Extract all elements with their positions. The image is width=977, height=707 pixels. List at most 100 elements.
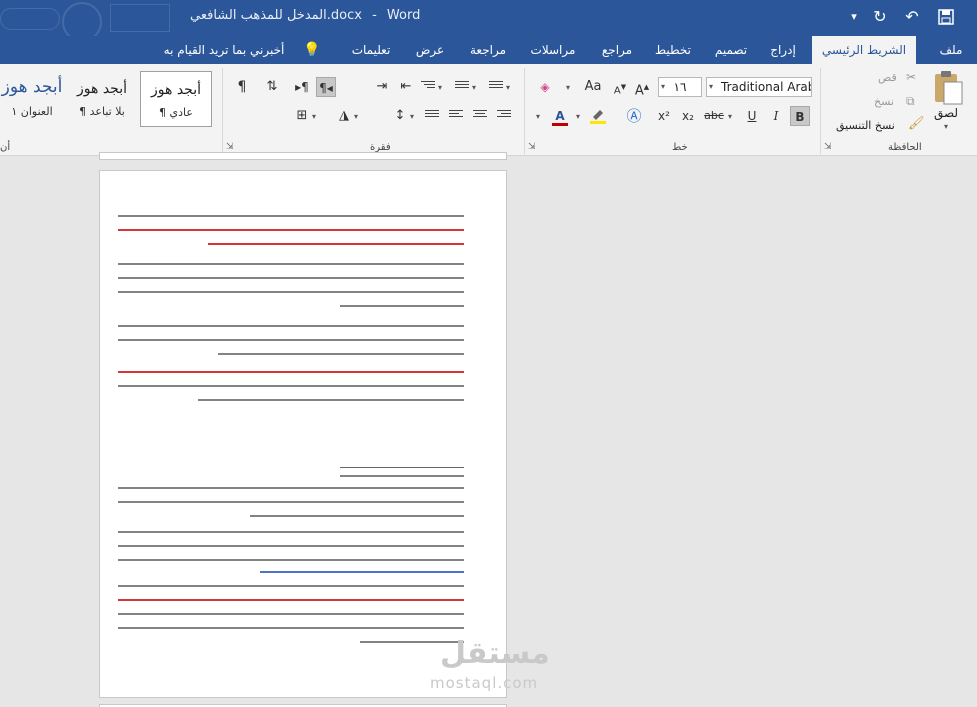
decrease-indent-icon[interactable]: ⇤: [396, 77, 416, 97]
clipboard-group-label: الحافظة: [888, 142, 922, 153]
style-normal[interactable]: أبجد هوز ¶ عادي: [140, 71, 212, 127]
borders-icon[interactable]: ⊞: [292, 106, 312, 126]
bullets-icon[interactable]: [486, 77, 506, 97]
borders-dropdown-icon[interactable]: ▾: [312, 112, 316, 121]
styles-group-label: أن: [0, 142, 11, 153]
sort-icon[interactable]: ⇅: [262, 77, 282, 97]
highlight-dropdown-icon[interactable]: ▾: [576, 112, 580, 121]
style-heading-1[interactable]: أبجد هوز العنوان ١: [0, 71, 64, 127]
subscript-button[interactable]: x₂: [678, 106, 698, 126]
strikethrough-button[interactable]: abc: [702, 106, 726, 126]
tab-help[interactable]: تعليمات: [342, 36, 400, 64]
format-painter-icon[interactable]: 🖌: [908, 116, 925, 131]
font-color-swatch: [552, 123, 568, 126]
grow-font-icon[interactable]: A▲: [632, 77, 652, 99]
footnote-text-line: [260, 571, 464, 573]
footnote-separator: [340, 467, 464, 468]
underline-dropdown-icon[interactable]: ▾: [728, 112, 732, 121]
change-case-dropdown-icon[interactable]: ▾: [566, 83, 570, 92]
style-no-spacing-name: ¶ بلا تباعد: [79, 105, 125, 118]
cut-button[interactable]: قص: [878, 71, 897, 84]
footnote-text-line: [118, 501, 464, 503]
body-text-line: [118, 215, 464, 217]
body-text-line: [118, 229, 464, 231]
lightbulb-icon[interactable]: 💡: [300, 36, 324, 64]
clipboard-launcher-icon[interactable]: ⇲: [824, 142, 832, 152]
style-heading-1-preview: أبجد هوز: [1, 77, 63, 97]
title-pattern: [0, 8, 60, 30]
tab-design[interactable]: تصميم: [706, 36, 756, 64]
paste-icon[interactable]: [930, 70, 964, 106]
paste-dropdown-icon[interactable]: ▾: [944, 122, 948, 131]
tab-view[interactable]: عرض: [408, 36, 452, 64]
footnote-text-line: [340, 475, 464, 477]
font-name-dropdown-icon[interactable]: ▾: [709, 82, 713, 91]
paragraph-launcher-icon[interactable]: ⇲: [226, 142, 234, 152]
ltr-paragraph-icon[interactable]: ▸¶: [292, 77, 312, 97]
bullets-dropdown-icon[interactable]: ▾: [506, 83, 510, 92]
tab-mailings[interactable]: مراسلات: [522, 36, 584, 64]
change-case-icon[interactable]: Aa: [580, 77, 606, 97]
tab-home[interactable]: الشريط الرئيسي: [812, 36, 916, 64]
format-painter-button[interactable]: نسخ التنسيق: [836, 119, 895, 132]
tell-me-box[interactable]: أخبرني بما تريد القيام به: [150, 36, 298, 64]
font-color-dropdown-icon[interactable]: ▾: [536, 112, 540, 121]
body-text-line: [118, 385, 464, 387]
bold-button[interactable]: B: [790, 106, 810, 126]
align-center-icon[interactable]: [470, 106, 490, 126]
font-size-dropdown-icon[interactable]: ▾: [661, 82, 665, 91]
repeat-icon[interactable]: ↻: [868, 6, 892, 28]
document-name: المدخل للمذهب الشافعي.docx: [190, 8, 362, 23]
document-page[interactable]: [99, 170, 507, 698]
align-right-icon[interactable]: [494, 106, 514, 126]
font-launcher-icon[interactable]: ⇲: [528, 142, 536, 152]
rtl-paragraph-button[interactable]: ¶◂: [316, 77, 336, 97]
tab-review[interactable]: مراجعة: [460, 36, 516, 64]
customize-quick-access-icon[interactable]: ▾: [842, 6, 866, 28]
document-canvas[interactable]: مستقل mostaql.com: [0, 152, 977, 707]
increase-indent-icon[interactable]: ⇥: [372, 77, 392, 97]
line-spacing-icon[interactable]: ↕: [390, 106, 410, 126]
undo-icon[interactable]: ↶: [900, 6, 924, 28]
group-divider: [524, 68, 525, 154]
footnote-text-line: [118, 613, 464, 615]
grow-font-label: A: [634, 83, 644, 99]
tab-references[interactable]: مراجع: [594, 36, 640, 64]
align-left-icon[interactable]: [446, 106, 466, 126]
shrink-font-icon[interactable]: A▼: [610, 77, 630, 97]
text-effects-icon[interactable]: Ⓐ: [624, 106, 644, 126]
copy-icon[interactable]: ⧉: [906, 94, 915, 109]
save-icon[interactable]: [934, 6, 958, 28]
numbering-dropdown-icon[interactable]: ▾: [472, 83, 476, 92]
clear-formatting-icon[interactable]: ◈: [535, 77, 555, 97]
italic-button[interactable]: I: [766, 106, 786, 126]
footnote-text-line: [118, 559, 464, 561]
footnote-text-line: [118, 531, 464, 533]
numbering-icon[interactable]: [452, 77, 472, 97]
tab-layout[interactable]: تخطيط: [648, 36, 698, 64]
body-text-line: [118, 371, 464, 373]
title-bar: المدخل للمذهب الشافعي.docx - Word ▾ ↻ ↶: [0, 0, 977, 42]
paste-button[interactable]: لصق: [934, 106, 958, 120]
font-name-input[interactable]: Traditional Arabic: [706, 77, 812, 97]
tab-insert[interactable]: إدراج: [762, 36, 804, 64]
tab-file[interactable]: ملف: [928, 36, 974, 64]
multilevel-list-icon[interactable]: [418, 77, 438, 97]
app-name: Word: [386, 8, 421, 23]
line-spacing-dropdown-icon[interactable]: ▾: [410, 112, 414, 121]
style-no-spacing[interactable]: أبجد هوز ¶ بلا تباعد: [66, 71, 138, 127]
copy-button[interactable]: نسخ: [874, 95, 894, 108]
multilevel-dropdown-icon[interactable]: ▾: [438, 83, 442, 92]
underline-button[interactable]: U: [742, 106, 762, 126]
style-no-spacing-preview: أبجد هوز: [77, 81, 127, 97]
font-group-label: خط: [672, 142, 688, 153]
show-formatting-button[interactable]: ¶: [232, 77, 252, 97]
cut-icon[interactable]: ✂: [906, 70, 916, 84]
footnote-text-line: [118, 627, 464, 629]
shading-icon[interactable]: ◮: [334, 106, 354, 126]
justify-icon[interactable]: [422, 106, 442, 126]
highlight-icon[interactable]: [588, 106, 608, 126]
font-color-icon[interactable]: A: [550, 106, 570, 126]
superscript-button[interactable]: x²: [654, 106, 674, 126]
shading-dropdown-icon[interactable]: ▾: [354, 112, 358, 121]
